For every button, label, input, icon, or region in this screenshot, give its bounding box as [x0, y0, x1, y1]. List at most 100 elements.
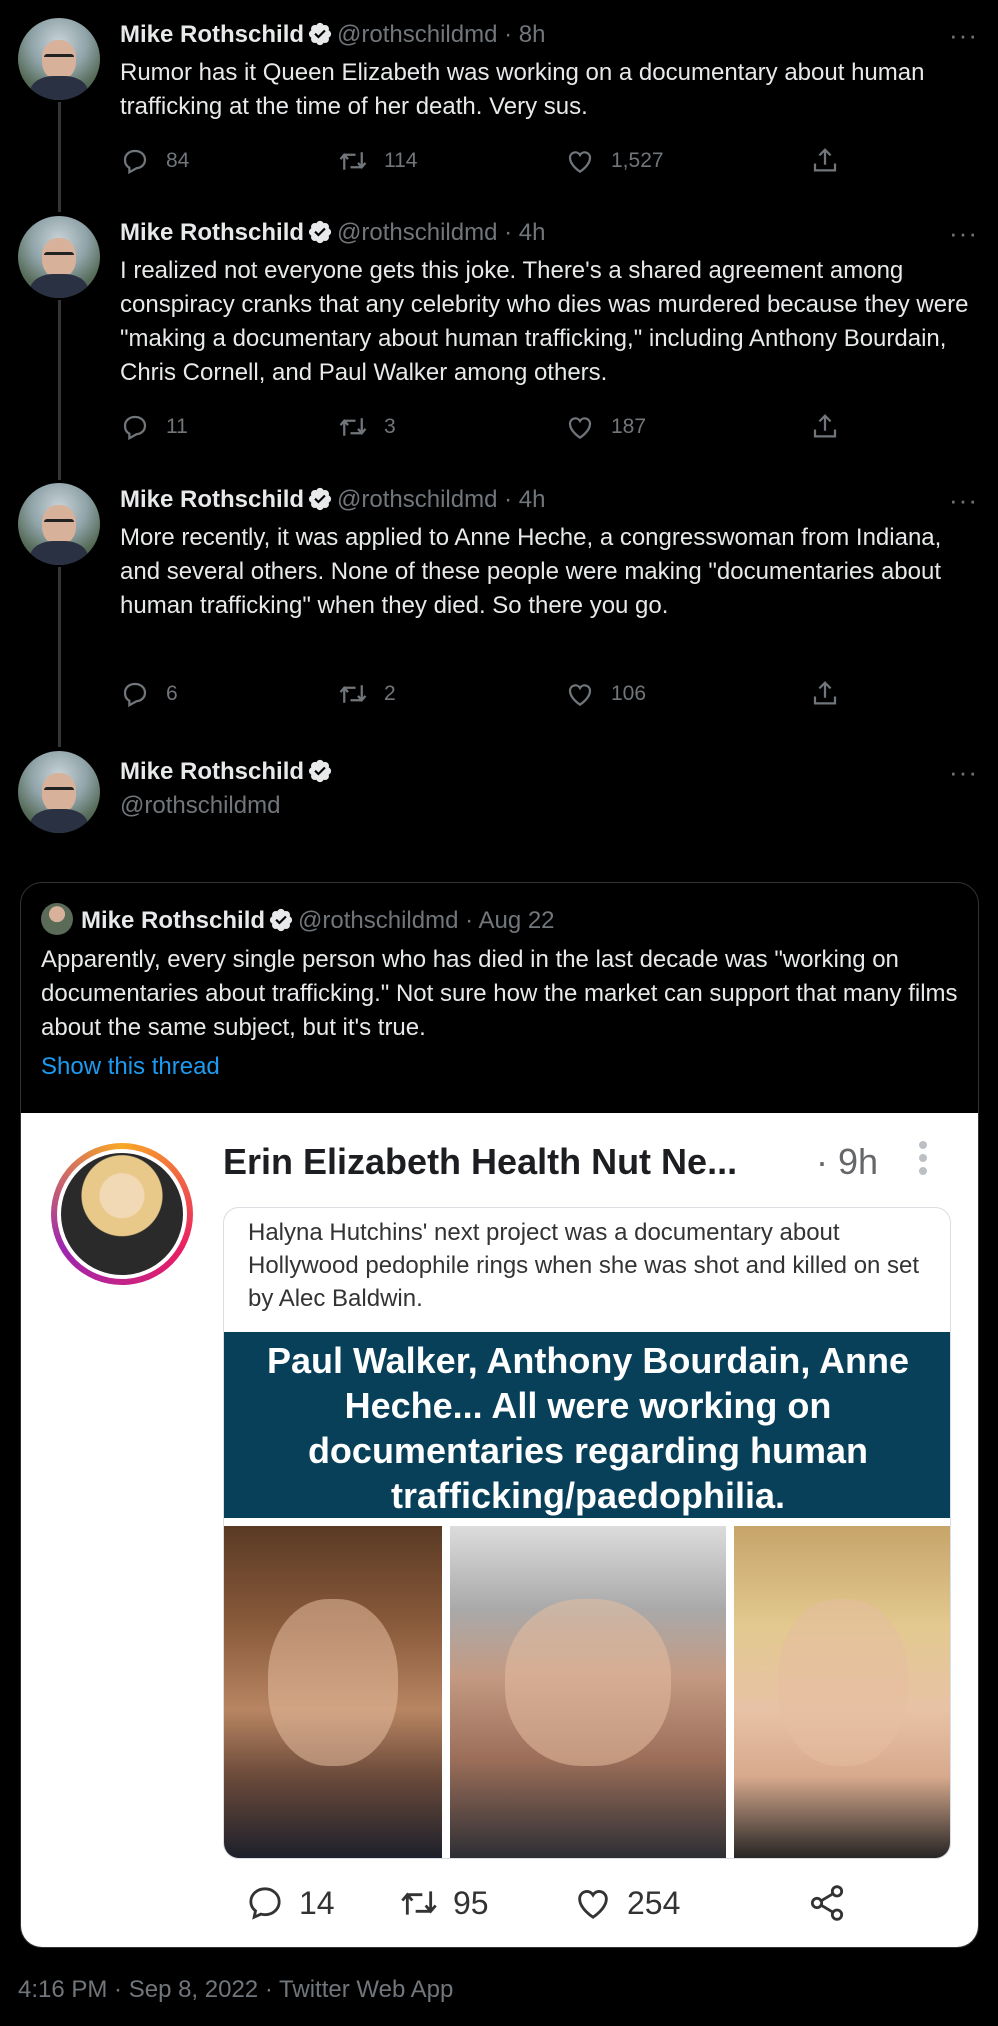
- share-icon: [810, 679, 840, 709]
- share-button[interactable]: [810, 412, 856, 442]
- tweet-header: Mike Rothschild @rothschildmd · 8h: [120, 20, 545, 50]
- avatar[interactable]: [18, 751, 100, 833]
- retweet-count: 2: [384, 682, 396, 705]
- main-tweet: Mike Rothschild @rothschildmd ···: [0, 751, 998, 851]
- more-options-icon: [919, 1141, 927, 1175]
- avatar[interactable]: [18, 483, 100, 565]
- author-name[interactable]: Mike Rothschild: [120, 21, 304, 48]
- retweet-count: 114: [384, 149, 418, 172]
- reply-count: 84: [166, 149, 190, 172]
- like-button[interactable]: 106: [565, 679, 646, 709]
- share-network-icon: [807, 1883, 847, 1923]
- author-name[interactable]: Mike Rothschild: [120, 758, 304, 785]
- more-icon[interactable]: ···: [949, 485, 978, 516]
- reply-button[interactable]: 84: [120, 146, 189, 176]
- more-icon[interactable]: ···: [949, 218, 978, 249]
- tweet-actions: 11 3 187: [120, 412, 860, 446]
- retweet-button[interactable]: 2: [338, 679, 396, 709]
- attached-screenshot[interactable]: Erin Elizabeth Health Nut Ne... · 9h Hal…: [21, 1113, 978, 1947]
- like-icon: [565, 146, 595, 176]
- like-count: 254: [627, 1884, 681, 1921]
- reply-icon: [120, 679, 150, 709]
- main-tweet-name-row: Mike Rothschild: [120, 757, 337, 787]
- show-thread-link[interactable]: Show this thread: [41, 1053, 220, 1081]
- quoted-header: Mike Rothschild @rothschildmd · Aug 22: [41, 903, 555, 935]
- quoted-author-handle: @rothschildmd: [298, 907, 459, 934]
- like-icon: [573, 1883, 613, 1923]
- more-icon[interactable]: ···: [949, 20, 978, 51]
- share-stat: 95: [399, 1883, 489, 1923]
- like-icon: [565, 412, 595, 442]
- like-count: 187: [611, 415, 647, 438]
- author-handle[interactable]: @rothschildmd: [120, 792, 280, 819]
- retweet-button[interactable]: 114: [338, 146, 417, 176]
- page-name: Erin Elizabeth Health Nut Ne...: [223, 1141, 738, 1182]
- tweet-3[interactable]: Mike Rothschild @rothschildmd · 4h ··· Mo…: [0, 483, 998, 723]
- image-caption: Halyna Hutchins' next project was a docu…: [248, 1219, 920, 1312]
- portrait-photo: [450, 1526, 726, 1858]
- photo-strip: [224, 1526, 950, 1858]
- avatar[interactable]: [18, 216, 100, 298]
- image-banner: Paul Walker, Anthony Bourdain, Anne Hech…: [224, 1332, 950, 1518]
- share-icon: [810, 146, 840, 176]
- author-name[interactable]: Mike Rothschild: [120, 219, 304, 246]
- like-count: 106: [611, 682, 647, 705]
- tweet-time[interactable]: · 4h: [504, 219, 545, 246]
- author-handle[interactable]: @rothschildmd: [337, 21, 497, 48]
- retweet-icon: [338, 412, 368, 442]
- avatar[interactable]: [18, 18, 100, 100]
- verified-icon: [307, 486, 333, 512]
- comment-icon: [245, 1883, 285, 1923]
- retweet-icon: [338, 679, 368, 709]
- tweet-header: Mike Rothschild @rothschildmd · 4h: [120, 485, 545, 515]
- quoted-author-name: Mike Rothschild: [81, 907, 266, 934]
- like-stat: 254: [573, 1883, 680, 1923]
- share-button[interactable]: [810, 146, 856, 176]
- verified-icon: [268, 907, 294, 933]
- verified-icon: [307, 219, 333, 245]
- tweet-text: I realized not everyone gets this joke. …: [120, 257, 969, 386]
- share-icon: [810, 412, 840, 442]
- retweet-icon: [338, 146, 368, 176]
- like-icon: [565, 679, 595, 709]
- reply-count: 6: [166, 682, 178, 705]
- post-time: · 9h: [816, 1141, 879, 1182]
- reply-button[interactable]: 11: [120, 412, 188, 442]
- quoted-text: Apparently, every single person who has …: [41, 946, 958, 1041]
- like-count: 1,527: [611, 149, 664, 172]
- reply-icon: [120, 146, 150, 176]
- more-icon[interactable]: ···: [949, 757, 978, 788]
- page-avatar: [51, 1143, 193, 1285]
- author-handle[interactable]: @rothschildmd: [337, 219, 497, 246]
- portrait-photo: [224, 1526, 442, 1858]
- tweet-time[interactable]: · 8h: [504, 21, 545, 48]
- author-handle[interactable]: @rothschildmd: [337, 486, 497, 513]
- tweet-2[interactable]: Mike Rothschild @rothschildmd · 4h ··· I …: [0, 216, 998, 456]
- shared-image-card: Halyna Hutchins' next project was a docu…: [223, 1207, 951, 1859]
- tweet-actions: 6 2 106: [120, 679, 860, 713]
- verified-icon: [307, 21, 333, 47]
- retweet-count: 3: [384, 415, 396, 438]
- like-button[interactable]: 1,527: [565, 146, 664, 176]
- share-network-stat: [807, 1883, 861, 1923]
- tweet-text: More recently, it was applied to Anne He…: [120, 524, 942, 619]
- main-tweet-handle-row: @rothschildmd: [120, 791, 280, 821]
- share-count: 95: [453, 1884, 489, 1921]
- author-name[interactable]: Mike Rothschild: [120, 486, 304, 513]
- quoted-tweet[interactable]: Mike Rothschild @rothschildmd · Aug 22 Ap…: [20, 882, 979, 1948]
- tweet-actions: 84 114 1,527: [120, 146, 860, 180]
- like-button[interactable]: 187: [565, 412, 646, 442]
- portrait-photo: [734, 1526, 950, 1858]
- tweet-timestamp[interactable]: 4:16 PM · Sep 8, 2022 · Twitter Web App: [18, 1976, 453, 2004]
- comment-count: 14: [299, 1884, 335, 1921]
- reply-icon: [120, 412, 150, 442]
- screenshot-actions: 14 95 254: [221, 1883, 921, 1929]
- tweet-time[interactable]: · 4h: [504, 486, 545, 513]
- retweet-button[interactable]: 3: [338, 412, 396, 442]
- tweet-header: Mike Rothschild @rothschildmd · 4h: [120, 218, 545, 248]
- comment-stat: 14: [245, 1883, 335, 1923]
- quoted-time: · Aug 22: [465, 907, 555, 934]
- reply-button[interactable]: 6: [120, 679, 178, 709]
- share-button[interactable]: [810, 679, 856, 709]
- tweet-1[interactable]: Mike Rothschild @rothschildmd · 8h ··· Ru…: [0, 18, 998, 188]
